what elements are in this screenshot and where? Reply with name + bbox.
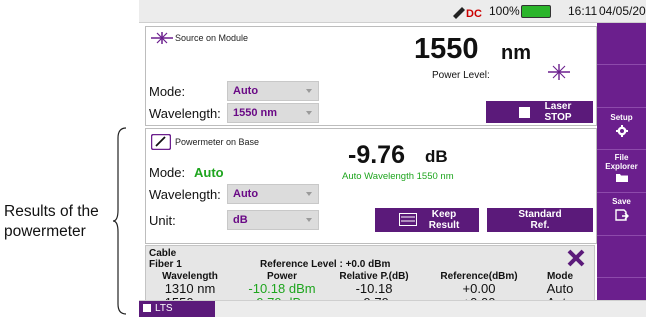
auto-wavelength-text: Auto Wavelength 1550 nm	[342, 171, 454, 182]
row1-wavelength: 1310 nm	[164, 281, 216, 296]
setup-button[interactable]: Setup	[597, 108, 646, 150]
annotation-text: Results of the powermeter	[4, 202, 122, 242]
sidebar-button-2[interactable]	[597, 65, 646, 108]
lts-label: LTS	[155, 303, 173, 314]
keep-result-label: Keep Result	[423, 209, 465, 231]
file-explorer-button[interactable]: File Explorer	[597, 150, 646, 193]
stop-square-icon	[519, 107, 530, 118]
status-bar: DC 100% 16:11 04/05/2022	[139, 0, 646, 23]
keep-label-line2: Result	[428, 220, 460, 231]
sidebar-button-8[interactable]	[597, 278, 646, 300]
std-label-line1: Standard	[518, 209, 562, 220]
keep-label-line1: Keep	[431, 209, 457, 220]
chevron-down-icon	[306, 192, 312, 196]
source-header: Source on Module	[175, 33, 249, 43]
source-wl-value: 1550 nm	[233, 107, 278, 119]
source-mode-value: Auto	[233, 85, 259, 97]
source-wl-label: Wavelength:	[149, 106, 221, 121]
pm-mode-value: Auto	[194, 165, 224, 180]
setup-label: Setup	[610, 113, 633, 122]
pm-unit-label: Unit:	[149, 213, 176, 228]
cable-label: Cable	[149, 248, 177, 259]
keep-result-button[interactable]: Keep Result	[375, 208, 479, 232]
row1-mode: Auto	[546, 281, 574, 296]
laser-stop-button[interactable]: Laser STOP	[486, 101, 593, 123]
laser-label-line1: Laser	[544, 101, 572, 112]
battery-icon	[521, 5, 551, 18]
chevron-down-icon	[306, 89, 312, 93]
main-area: Source on Module 1550 nm Power Level: Mo…	[139, 23, 597, 317]
powermeter-header: Powermeter on Base	[175, 137, 260, 147]
source-panel: Source on Module 1550 nm Power Level: Mo…	[145, 26, 597, 126]
std-label-line2: Ref.	[530, 220, 550, 231]
row1-relative: -10.18	[355, 281, 393, 296]
powermeter-icon	[151, 134, 171, 150]
battery-percent: 100%	[489, 4, 520, 18]
pm-unit-value: dB	[233, 214, 248, 226]
clock-time: 16:11	[568, 4, 598, 18]
source-wl-dropdown[interactable]: 1550 nm	[227, 103, 319, 123]
close-icon[interactable]	[567, 249, 585, 267]
lts-app-tab[interactable]: LTS	[139, 301, 215, 317]
laser-stop-label: Laser STOP	[538, 101, 578, 123]
fiber-label: Fiber 1	[149, 259, 182, 270]
source-wavelength-unit: nm	[501, 42, 531, 64]
chevron-down-icon	[306, 218, 312, 222]
gear-icon	[615, 125, 628, 137]
reference-level: Reference Level : +0.0 dBm	[260, 259, 391, 270]
power-unit: dB	[425, 147, 448, 166]
laser-label-line2: STOP	[544, 112, 572, 123]
row1-power: -10.18 dBm	[248, 281, 316, 296]
pm-mode-label: Mode:	[149, 165, 186, 180]
annotation-line1: Results of the	[4, 203, 99, 220]
folder-icon	[615, 174, 628, 182]
keep-result-icon	[399, 213, 417, 226]
power-level-label: Power Level:	[432, 70, 490, 81]
pm-wl-label: Wavelength:	[149, 187, 221, 202]
taskbar: LTS	[139, 300, 646, 317]
pm-unit-dropdown[interactable]: dB	[227, 210, 319, 230]
annotation-line2: powermeter	[4, 223, 86, 240]
device-screen: DC 100% 16:11 04/05/2022 Source on Modul…	[139, 0, 646, 317]
source-wavelength: 1550	[414, 33, 479, 65]
standard-ref-button[interactable]: Standard Ref.	[487, 208, 593, 232]
file-label-line1: File	[614, 153, 629, 162]
power-value: -9.76	[348, 141, 405, 169]
pm-wl-value: Auto	[233, 188, 259, 200]
source-mode-dropdown[interactable]: Auto	[227, 81, 319, 101]
pm-wl-dropdown[interactable]: Auto	[227, 184, 319, 204]
save-button[interactable]: Save	[597, 193, 646, 236]
sidebar: Setup File Explorer Save	[597, 23, 646, 300]
file-label-line2: Explorer	[605, 162, 638, 171]
source-mode-label: Mode:	[149, 84, 186, 99]
dc-plug-icon: DC	[453, 7, 482, 19]
clock-date: 04/05/2022	[599, 4, 646, 18]
app-icon	[143, 304, 151, 312]
sidebar-button-1[interactable]	[597, 23, 646, 65]
chevron-down-icon	[306, 111, 312, 115]
laser-emit-icon	[548, 64, 570, 80]
svg-text:DC: DC	[466, 8, 482, 19]
laser-icon	[151, 32, 173, 44]
powermeter-panel: Powermeter on Base -9.76 dB Auto Wavelen…	[145, 128, 597, 244]
save-icon	[614, 209, 629, 221]
row1-reference: +0.00	[462, 281, 496, 296]
save-label: Save	[612, 197, 631, 206]
brace-icon	[112, 127, 127, 315]
sidebar-button-7[interactable]	[597, 236, 646, 278]
